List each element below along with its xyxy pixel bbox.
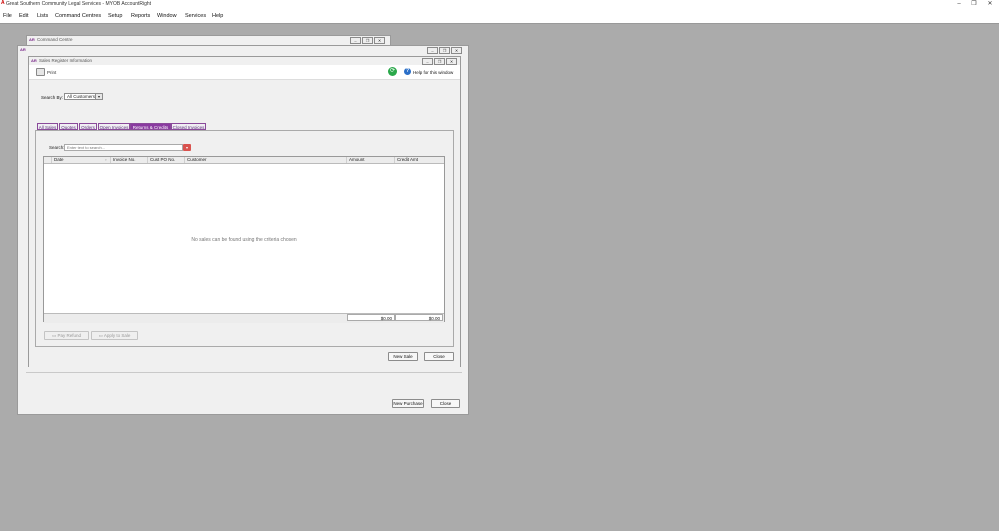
tab-orders[interactable]: Orders — [79, 123, 97, 130]
cc-close-icon[interactable]: ✕ — [374, 37, 385, 44]
close-icon[interactable]: ✕ — [982, 0, 998, 8]
menu-bar: File Edit Lists Command Centres Setup Re… — [0, 9, 999, 24]
sales-register-title: Sales Register Information — [39, 58, 93, 63]
apply-to-sale-button[interactable]: ▭ Apply to Sale — [91, 331, 138, 340]
purchases-titlebar: AR – ❐ ✕ — [18, 46, 468, 54]
total-amount: $0.00 — [347, 314, 395, 321]
refresh-icon[interactable]: ⟳ — [388, 67, 397, 76]
col-date[interactable]: Date — [52, 157, 111, 163]
sales-close-button[interactable]: Close — [424, 352, 454, 361]
pw-restore-icon[interactable]: ❐ — [439, 47, 450, 54]
new-purchase-button[interactable]: New Purchase — [392, 399, 424, 408]
chevron-down-icon[interactable]: ▾ — [95, 94, 102, 99]
sales-register-titlebar: AR Sales Register Information – ❐ ✕ — [29, 57, 460, 65]
search-by-label: Search By: — [41, 95, 64, 100]
help-link[interactable]: Help for this window — [413, 70, 453, 75]
tab-open-invoices[interactable]: Open Invoices — [98, 123, 130, 130]
menu-reports[interactable]: Reports — [131, 13, 150, 19]
purchases-close-button[interactable]: Close — [431, 399, 460, 408]
pw-minimize-icon[interactable]: – — [427, 47, 438, 54]
printer-icon[interactable] — [36, 68, 45, 76]
command-centre-title: Command Centre — [37, 37, 73, 42]
purchases-badge-icon: AR — [20, 47, 26, 52]
app-logo-icon: A — [1, 0, 5, 6]
pw-close-icon[interactable]: ✕ — [451, 47, 462, 54]
pay-refund-label: Pay Refund — [57, 333, 82, 338]
app-title: Great Southern Community Legal Services … — [6, 1, 152, 7]
help-icon[interactable]: ? — [404, 68, 411, 75]
menu-setup[interactable]: Setup — [108, 13, 122, 19]
minimize-icon[interactable]: – — [951, 0, 967, 8]
menu-edit[interactable]: Edit — [19, 13, 28, 19]
sort-icon: ▫ — [105, 157, 107, 162]
new-sale-button[interactable]: New Sale — [388, 352, 418, 361]
search-icon[interactable]: ▾ — [183, 144, 191, 151]
print-link[interactable]: Print — [47, 70, 56, 75]
command-centre-titlebar: AR Command Centre – ❐ ✕ — [27, 36, 390, 44]
apply-to-sale-label: Apply to Sale — [103, 333, 131, 338]
col-credit-amt[interactable]: Credit Amt — [395, 157, 444, 163]
tab-quotes[interactable]: Quotes — [59, 123, 78, 130]
search-by-select[interactable]: All Customers ▾ — [64, 93, 103, 100]
tab-returns-credits[interactable]: Returns & Credits — [130, 123, 171, 130]
restore-icon[interactable]: ❐ — [966, 0, 982, 8]
col-cust-po-no[interactable]: Cust PO No. — [148, 157, 185, 163]
cc-minimize-icon[interactable]: – — [350, 37, 361, 44]
search-input[interactable] — [64, 144, 183, 151]
tab-all-sales[interactable]: All Sales — [37, 123, 58, 130]
tab-closed-invoices[interactable]: Closed Invoices — [171, 123, 206, 130]
command-centre-badge-icon: AR — [29, 37, 35, 42]
empty-message: No sales can be found using the criteria… — [191, 237, 297, 243]
menu-lists[interactable]: Lists — [37, 13, 48, 19]
purchases-divider — [26, 372, 462, 373]
sr-minimize-icon[interactable]: – — [422, 58, 433, 65]
col-customer[interactable]: Customer — [185, 157, 347, 163]
menu-help[interactable]: Help — [212, 13, 223, 19]
search-label: Search: — [49, 145, 65, 150]
menu-services[interactable]: Services — [185, 13, 206, 19]
search-by-value: All Customers — [67, 94, 96, 99]
col-amount[interactable]: Amount — [347, 157, 395, 163]
total-credit: $0.00 — [395, 314, 443, 321]
sr-close-icon[interactable]: ✕ — [446, 58, 457, 65]
menu-window[interactable]: Window — [157, 13, 177, 19]
menu-command-centres[interactable]: Command Centres — [55, 13, 101, 19]
col-invoice-no[interactable]: Invoice No. — [111, 157, 148, 163]
pay-refund-button[interactable]: ▭ Pay Refund — [44, 331, 89, 340]
sales-register-badge-icon: AR — [31, 58, 37, 63]
app-titlebar: A Great Southern Community Legal Service… — [0, 0, 999, 9]
col-select — [44, 157, 52, 163]
cc-restore-icon[interactable]: ❐ — [362, 37, 373, 44]
sr-restore-icon[interactable]: ❐ — [434, 58, 445, 65]
menu-file[interactable]: File — [3, 13, 12, 19]
